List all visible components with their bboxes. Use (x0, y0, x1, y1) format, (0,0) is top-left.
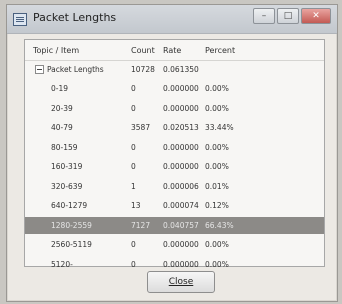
group-label: Packet Lengths (47, 65, 104, 74)
close-button-label: Close (168, 277, 194, 287)
row-rate: 0.000074 (163, 201, 199, 210)
column-header: Topic / Item Count Rate Percent (25, 40, 324, 61)
row-label: 640-1279 (51, 201, 88, 210)
row-percent: 0.00% (205, 84, 229, 93)
table-row[interactable]: 40-79 3587 0.020513 33.44% (25, 119, 324, 136)
table-row[interactable]: 160-319 0 0.000000 0.00% (25, 158, 324, 175)
group-rate: 0.061350 (163, 65, 199, 74)
table-row[interactable]: 320-639 1 0.000006 0.01% (25, 178, 324, 195)
table-row[interactable]: 20-39 0 0.000000 0.00% (25, 100, 324, 117)
column-count[interactable]: Count (131, 46, 155, 55)
row-label: 0-19 (51, 84, 69, 93)
row-label: 320-639 (51, 181, 83, 191)
row-percent: 0.00% (205, 240, 229, 249)
table-row[interactable]: 0-19 0 0.000000 0.00% (25, 80, 324, 97)
row-count: 0 (131, 103, 136, 113)
row-rate: 0.000000 (163, 240, 199, 249)
row-count: 7127 (131, 220, 151, 230)
row-count: 0 (131, 240, 136, 249)
row-percent: 66.43% (205, 220, 234, 230)
row-count: 3587 (131, 123, 151, 132)
maximize-button[interactable]: □ (277, 8, 299, 24)
table-row[interactable]: 1280-2559 7127 0.040757 66.43% (25, 216, 324, 234)
group-count: 10728 (131, 65, 155, 74)
column-rate[interactable]: Rate (163, 46, 181, 55)
close-window-button[interactable]: ✕ (301, 8, 331, 24)
app-icon (13, 13, 27, 26)
row-rate: 0.000000 (163, 259, 199, 269)
packet-lengths-window: Packet Lengths – □ ✕ Topic / Item Count … (6, 4, 338, 302)
row-count: 0 (131, 142, 136, 152)
stats-tree-table[interactable]: Topic / Item Count Rate Percent Packet L… (24, 39, 325, 269)
table-row[interactable]: 80-159 0 0.000000 0.00% (25, 139, 324, 156)
row-label: 40-79 (51, 123, 73, 132)
row-percent: 0.00% (205, 103, 229, 113)
row-percent: 0.12% (205, 201, 229, 210)
row-percent: 0.00% (205, 162, 229, 171)
row-count: 0 (131, 259, 136, 269)
row-count: 1 (131, 181, 136, 191)
row-rate: 0.000006 (163, 181, 199, 191)
row-count: 0 (131, 162, 136, 171)
column-percent[interactable]: Percent (205, 46, 235, 55)
table-row[interactable]: 640-1279 13 0.000074 0.12% (25, 197, 324, 214)
row-percent: 0.00% (205, 259, 229, 269)
row-percent: 33.44% (205, 123, 234, 132)
row-label: 2560-5119 (51, 240, 92, 249)
row-label: 5120- (51, 259, 73, 269)
row-rate: 0.040757 (163, 220, 199, 230)
row-rate: 0.000000 (163, 162, 199, 171)
row-rate: 0.000000 (163, 103, 199, 113)
row-rate: 0.000000 (163, 142, 199, 152)
row-label: 1280-2559 (51, 220, 92, 230)
table-row[interactable]: 5120- 0 0.000000 0.00% (25, 256, 324, 273)
row-percent: 0.01% (205, 181, 229, 191)
minimize-button[interactable]: – (253, 8, 275, 24)
row-label: 160-319 (51, 162, 83, 171)
row-percent: 0.00% (205, 142, 229, 152)
row-rate: 0.020513 (163, 123, 199, 132)
group-row[interactable]: Packet Lengths 10728 0.061350 (25, 61, 324, 78)
collapse-toggle-icon[interactable] (35, 65, 44, 74)
window-controls: – □ ✕ (251, 8, 331, 24)
title-bar[interactable]: Packet Lengths – □ ✕ (7, 5, 337, 34)
column-topic[interactable]: Topic / Item (33, 46, 79, 55)
row-count: 13 (131, 201, 141, 210)
window-title: Packet Lengths (33, 11, 117, 24)
row-rate: 0.000000 (163, 84, 199, 93)
row-label: 20-39 (51, 103, 73, 113)
table-row[interactable]: 2560-5119 0 0.000000 0.00% (25, 236, 324, 253)
row-count: 0 (131, 84, 136, 93)
row-label: 80-159 (51, 142, 78, 152)
close-button[interactable]: Close (147, 271, 215, 293)
